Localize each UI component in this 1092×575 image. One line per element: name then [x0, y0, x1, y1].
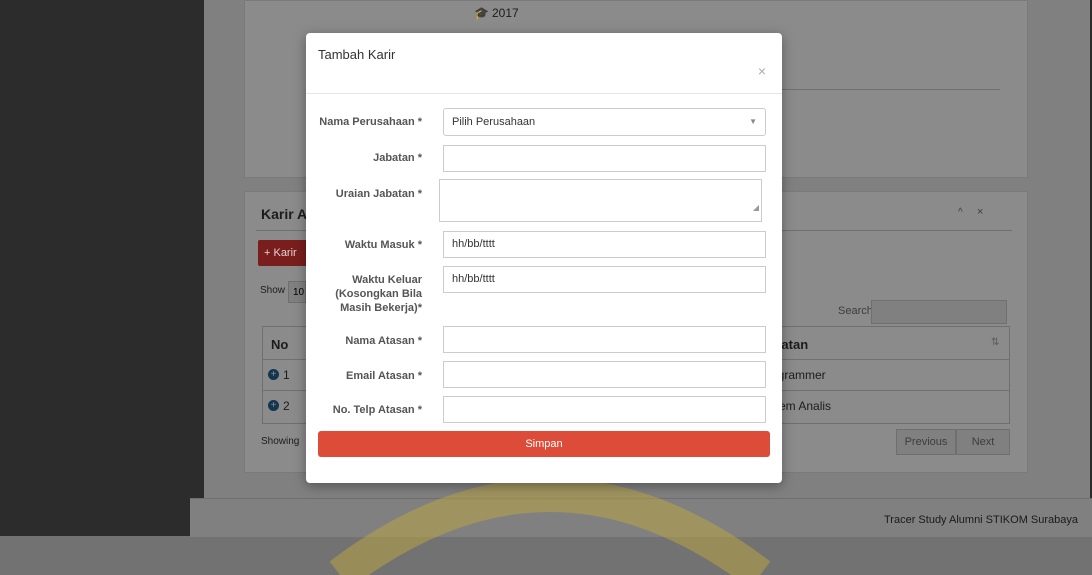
start-date-input[interactable]: hh/bb/tttt [443, 231, 766, 258]
expand-row-icon[interactable]: + [268, 369, 279, 380]
modal-header-divider [306, 93, 782, 94]
previous-page-button[interactable]: Previous [896, 429, 956, 455]
supervisor-email-input[interactable] [443, 361, 766, 388]
show-label: Show [260, 285, 286, 296]
panel-collapse-icon[interactable]: ^ [958, 207, 963, 218]
footer-text: Tracer Study Alumni STIKOM Surabaya [884, 514, 1078, 526]
end-date-input[interactable]: hh/bb/tttt [443, 266, 766, 293]
career-panel-title: Karir A [261, 206, 308, 222]
row-no: 2 [283, 399, 290, 413]
add-career-modal: Tambah Karir × Nama Perusahaan * Pilih P… [306, 33, 782, 483]
supervisor-name-input[interactable] [443, 326, 766, 353]
supervisor-email-label: Email Atasan * [345, 370, 422, 382]
search-input[interactable] [871, 300, 1007, 324]
show-entries-select[interactable]: 10 [288, 281, 306, 303]
modal-title: Tambah Karir [318, 47, 396, 62]
graduation-year: 2017 [492, 6, 519, 20]
resize-handle-icon[interactable]: ◢ [753, 195, 759, 220]
job-description-label: Uraian Jabatan * [335, 188, 422, 200]
company-select[interactable]: Pilih Perusahaan ▼ [443, 108, 766, 136]
next-page-button[interactable]: Next [956, 429, 1010, 455]
save-button[interactable]: Simpan [318, 431, 770, 457]
company-select-value: Pilih Perusahaan [452, 116, 536, 128]
graduation-cap-icon: 🎓 [474, 6, 489, 20]
education-divider [782, 89, 1000, 90]
chevron-down-icon: ▼ [749, 117, 757, 126]
position-input[interactable] [443, 145, 766, 172]
row-no: 1 [283, 368, 290, 382]
showing-entries-text: Showing [261, 436, 300, 447]
company-label: Nama Perusahaan * [319, 116, 422, 128]
sidebar [0, 0, 204, 536]
position-label: Jabatan * [373, 152, 422, 164]
expand-row-icon[interactable]: + [268, 400, 279, 411]
close-icon[interactable]: × [758, 63, 766, 79]
col-header-no: No [271, 337, 289, 352]
panel-remove-icon[interactable]: × [977, 206, 983, 218]
sort-icon: ⇅ [991, 337, 1000, 348]
show-entries-value: 10 [293, 287, 305, 298]
supervisor-phone-label: No. Telp Atasan * [332, 404, 422, 416]
supervisor-name-label: Nama Atasan * [345, 335, 422, 347]
start-date-label: Waktu Masuk * [344, 239, 422, 251]
supervisor-phone-input[interactable] [443, 396, 766, 423]
end-date-label: Waktu Keluar (Kosongkan Bila Masih Beker… [335, 274, 422, 314]
job-description-textarea[interactable]: ◢ [439, 179, 762, 222]
